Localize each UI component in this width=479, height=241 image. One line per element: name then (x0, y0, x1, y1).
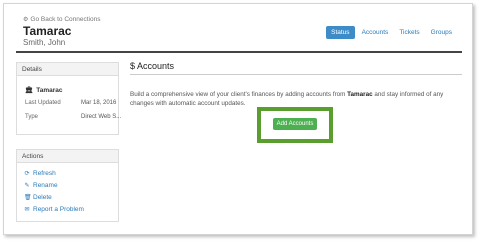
header-divider (16, 51, 462, 53)
tab-bar: Status Accounts Tickets Groups (326, 26, 456, 39)
actions-panel: Actions ⟳ Refresh ✎ Rename 🗑 Delete ✉ Re… (16, 149, 119, 222)
delete-action[interactable]: 🗑 Delete (24, 194, 52, 201)
delete-label: Delete (33, 194, 52, 201)
rename-label: Rename (33, 182, 58, 189)
page-title: Tamarac (23, 24, 72, 38)
dollar-icon: $ (130, 61, 136, 71)
tab-status[interactable]: Status (326, 26, 355, 39)
trash-icon: 🗑 (24, 195, 32, 201)
tab-accounts[interactable]: Accounts (358, 26, 393, 39)
type-value: Direct Web S... (81, 114, 122, 120)
last-updated-value: Mar 18, 2016 (81, 100, 117, 106)
back-to-connections-link[interactable]: ⚙ Go Back to Connections (23, 16, 101, 23)
type-label: Type (25, 114, 39, 120)
tab-tickets[interactable]: Tickets (395, 26, 423, 39)
institution-label: Tamarac (36, 86, 63, 94)
section-divider (130, 74, 462, 75)
comment-icon: ✉ (24, 207, 30, 213)
refresh-action[interactable]: ⟳ Refresh (24, 170, 56, 177)
bank-icon: 🏛 (25, 87, 34, 94)
details-panel: Details 🏛 Tamarac Last Updated Mar 18, 2… (16, 62, 122, 135)
desc-part-1: Build a comprehensive view of your clien… (130, 91, 348, 98)
last-updated-label: Last Updated (25, 100, 61, 106)
add-accounts-button[interactable]: Add Accounts (273, 118, 317, 130)
accounts-description: Build a comprehensive view of your clien… (130, 91, 450, 108)
accounts-title: Accounts (137, 61, 175, 71)
refresh-label: Refresh (33, 170, 56, 177)
client-name: Smith, John (23, 38, 66, 47)
desc-institution: Tamarac (347, 91, 373, 98)
rename-action[interactable]: ✎ Rename (24, 182, 58, 189)
gear-icon: ⚙ (23, 17, 29, 23)
actions-heading: Actions (17, 150, 118, 163)
app-window: ⚙ Go Back to Connections Tamarac Smith, … (3, 3, 473, 235)
details-heading: Details (17, 63, 118, 76)
tab-groups[interactable]: Groups (427, 26, 456, 39)
edit-icon: ✎ (24, 183, 30, 189)
accounts-heading: $ Accounts (130, 61, 174, 71)
refresh-icon: ⟳ (24, 171, 30, 177)
report-problem-action[interactable]: ✉ Report a Problem (24, 206, 84, 213)
report-problem-label: Report a Problem (33, 206, 84, 213)
institution-name: 🏛 Tamarac (25, 86, 63, 95)
back-link-label: Go Back to Connections (30, 16, 101, 23)
